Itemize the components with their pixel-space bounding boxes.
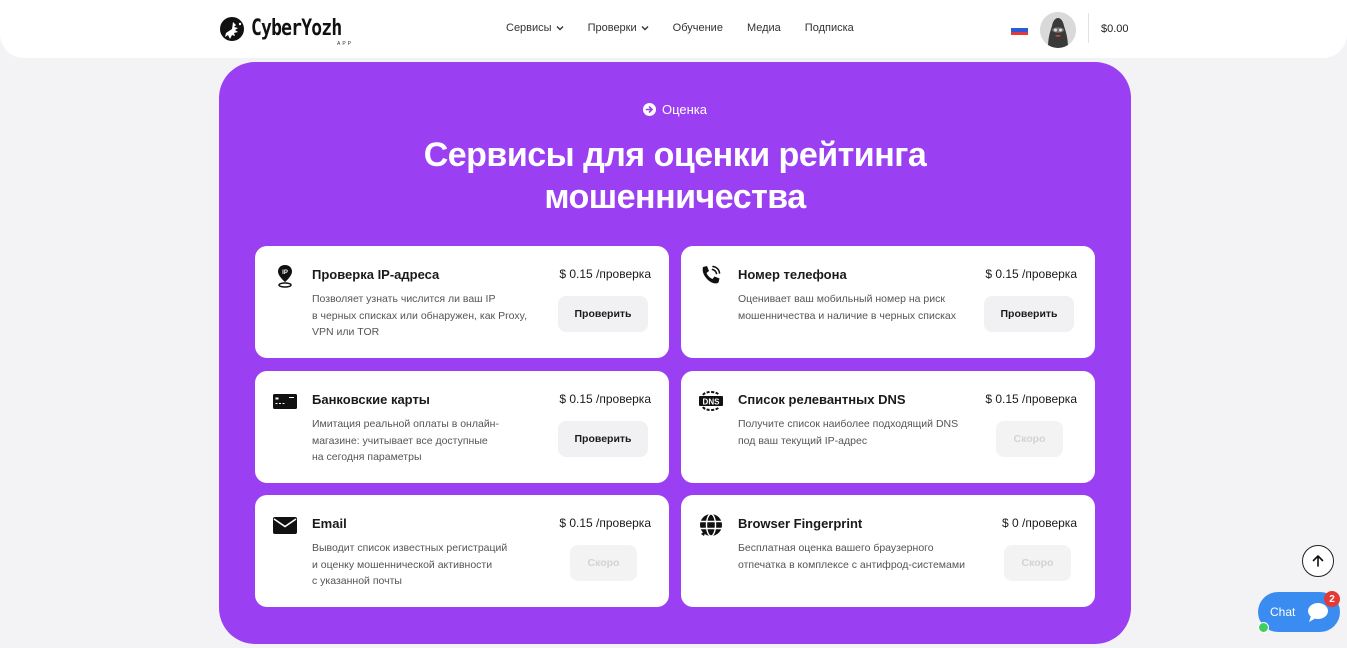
logo-text: CyberYozh: [251, 16, 342, 41]
check-bank-card-button[interactable]: Проверить: [558, 421, 648, 457]
title-line-1: Сервисы для оценки рейтинга: [423, 136, 927, 174]
nav-item-learning[interactable]: Обучение: [673, 22, 723, 34]
nav-label: Подписка: [804, 22, 854, 34]
credit-card-icon: [273, 394, 297, 409]
language-flag-icon[interactable]: [1011, 25, 1028, 35]
card-price: $ 0.15 /проверка: [985, 392, 1077, 406]
chat-widget-button[interactable]: Chat 2: [1258, 591, 1340, 633]
chat-label: Chat: [1270, 605, 1296, 619]
check-ip-button[interactable]: Проверить: [558, 296, 648, 332]
nav-item-subscription[interactable]: Подписка: [805, 22, 854, 34]
logo[interactable]: CyberYozh APP: [219, 15, 361, 47]
globe-fingerprint-icon: [700, 513, 722, 537]
desc-line: на сегодня параметры: [312, 451, 422, 463]
balaclava-avatar-icon: [1040, 12, 1076, 48]
header-divider: [1088, 13, 1089, 43]
main-nav: Сервисы Проверки Обучение Медиа Подписка: [506, 22, 878, 34]
balance[interactable]: $0.00: [1101, 23, 1129, 35]
nav-label: Сервисы: [506, 22, 552, 34]
service-card-phone: Номер телефона $ 0.15 /проверка Оценивае…: [681, 246, 1095, 358]
desc-line: и оценку мошеннической активности: [312, 558, 493, 571]
desc-line: магазине: учитывает все доступные: [312, 434, 488, 447]
card-price: $ 0.15 /проверка: [985, 267, 1077, 281]
chevron-down-icon: [641, 26, 649, 31]
desc-line: с указанной почты: [312, 575, 402, 587]
scroll-to-top-button[interactable]: [1302, 545, 1334, 577]
service-card-bank: Банковские карты $ 0.15 /проверка Имитац…: [255, 371, 669, 483]
fraud-services-section: Оценка Сервисы для оценки рейтинга мошен…: [219, 62, 1131, 644]
nav-label: Обучение: [672, 22, 723, 34]
card-description: Позволяет узнать числится ли ваш IP в че…: [312, 291, 527, 341]
desc-line: Выводит список известных регистраций: [312, 542, 508, 554]
service-card-email: Email $ 0.15 /проверка Выводит список из…: [255, 495, 669, 607]
ip-location-icon: IP: [278, 265, 292, 288]
card-description: Получите список наиболее подходящий DNS …: [738, 416, 958, 449]
desc-line: Оценивает ваш мобильный номер на риск: [738, 293, 945, 305]
online-status-dot: [1258, 622, 1269, 633]
fingerprint-coming-soon-button[interactable]: Скоро: [1004, 545, 1071, 581]
card-price: $ 0.15 /проверка: [559, 516, 651, 530]
logo-subtitle: APP: [337, 41, 354, 47]
card-title: Банковские карты: [312, 392, 430, 407]
card-description: Бесплатная оценка вашего браузерного отп…: [738, 540, 965, 573]
check-phone-button[interactable]: Проверить: [984, 296, 1074, 332]
card-title: Email: [312, 516, 347, 531]
card-description: Выводит список известных регистраций и о…: [312, 540, 507, 590]
service-card-ip: IP Проверка IP-адреса $ 0.15 /проверка П…: [255, 246, 669, 358]
page-title: Сервисы для оценки рейтинга мошенничеств…: [219, 134, 1131, 218]
desc-line: Имитация реальной оплаты в онлайн-: [312, 418, 499, 430]
email-coming-soon-button[interactable]: Скоро: [570, 545, 637, 581]
card-description: Оценивает ваш мобильный номер на риск мо…: [738, 291, 956, 324]
svg-text:DNS: DNS: [703, 397, 721, 406]
desc-line: VPN или TOR: [312, 326, 380, 338]
nav-label: Проверки: [587, 22, 637, 34]
desc-line: Позволяет узнать числится ли ваш IP: [312, 293, 496, 305]
dns-icon: DNS: [699, 391, 723, 411]
chevron-down-icon: [556, 26, 564, 31]
card-title: Список релевантных DNS: [738, 392, 906, 407]
nav-item-checks[interactable]: Проверки: [588, 22, 649, 34]
card-title: Проверка IP-адреса: [312, 267, 440, 282]
section-eyebrow: Оценка: [219, 102, 1131, 117]
phone-icon: [702, 265, 721, 284]
desc-line: в черных списках или обнаружен, как Prox…: [312, 309, 528, 322]
desc-line: Получите список наиболее подходящий DNS: [738, 418, 959, 430]
arrow-up-icon: [1312, 555, 1324, 567]
svg-text:IP: IP: [282, 270, 288, 276]
card-description: Имитация реальной оплаты в онлайн- магаз…: [312, 416, 499, 466]
card-price: $ 0.15 /проверка: [559, 392, 651, 406]
hedgehog-logo-icon: [220, 17, 244, 41]
title-line-2: мошенничества: [544, 178, 806, 216]
card-price: $ 0.15 /проверка: [559, 267, 651, 281]
chat-unread-badge: 2: [1324, 591, 1340, 607]
email-icon: [273, 517, 297, 534]
top-header: CyberYozh APP Сервисы Проверки Обучение …: [0, 0, 1347, 58]
avatar[interactable]: [1040, 12, 1076, 48]
desc-line: Бесплатная оценка вашего браузерного: [738, 542, 934, 554]
card-price: $ 0 /проверка: [1002, 516, 1077, 530]
nav-item-services[interactable]: Сервисы: [506, 22, 564, 34]
nav-label: Медиа: [746, 22, 781, 34]
arrow-right-circle-icon: [642, 103, 656, 116]
card-title: Browser Fingerprint: [738, 516, 863, 531]
service-card-fingerprint: Browser Fingerprint $ 0 /проверка Беспла…: [681, 495, 1095, 607]
service-card-dns: DNS Список релевантных DNS $ 0.15 /прове…: [681, 371, 1095, 483]
card-title: Номер телефона: [738, 267, 847, 282]
dns-coming-soon-button[interactable]: Скоро: [996, 421, 1063, 457]
eyebrow-label: Оценка: [661, 102, 708, 117]
desc-line: под ваш текущий IP-адрес: [738, 434, 868, 447]
nav-item-media[interactable]: Медиа: [747, 22, 781, 34]
desc-line: мошенничества и наличие в черных списках: [738, 309, 956, 322]
desc-line: отпечатка в комплексе с антифрод-система…: [738, 558, 965, 571]
